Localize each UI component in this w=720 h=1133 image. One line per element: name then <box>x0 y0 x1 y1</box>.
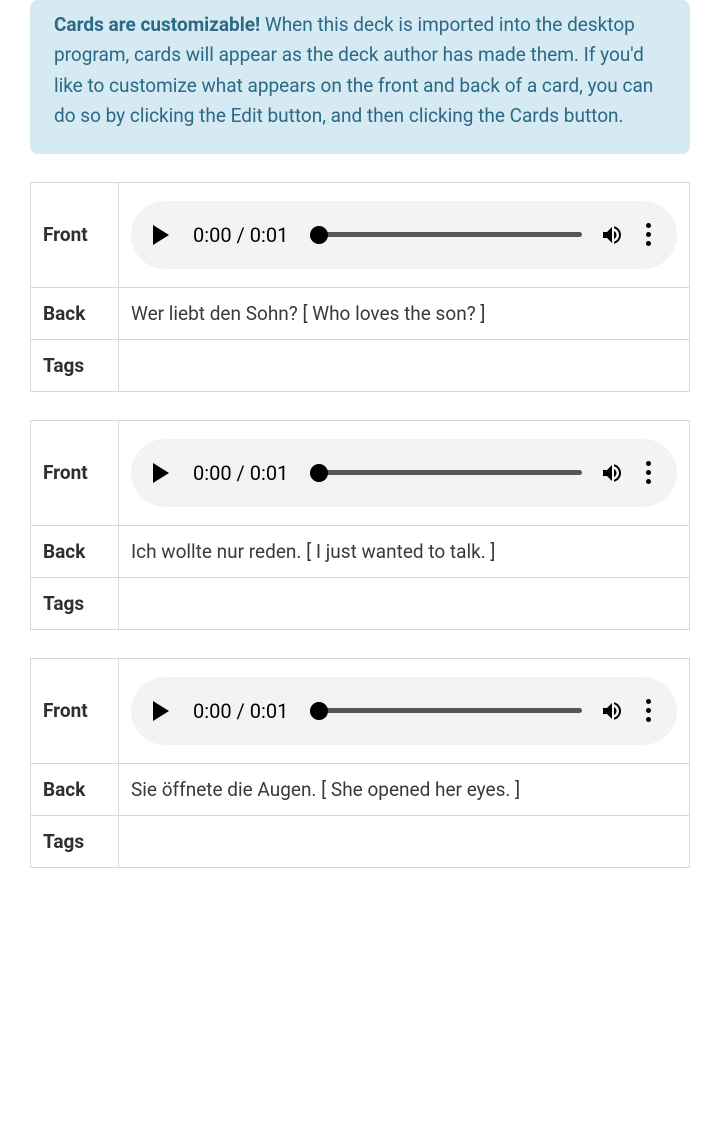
play-icon[interactable] <box>153 701 169 721</box>
play-icon[interactable] <box>153 463 169 483</box>
audio-progress[interactable] <box>312 225 582 245</box>
volume-icon[interactable] <box>600 699 624 723</box>
play-icon[interactable] <box>153 225 169 245</box>
front-label: Front <box>31 182 119 287</box>
info-bold: Cards are customizable! <box>54 13 260 36</box>
kebab-icon[interactable] <box>642 457 655 488</box>
card-3: Front 0:00 / 0:01 <box>30 658 690 868</box>
back-label: Back <box>31 287 119 339</box>
back-label: Back <box>31 525 119 577</box>
front-label: Front <box>31 420 119 525</box>
tags-label: Tags <box>31 815 119 867</box>
audio-progress[interactable] <box>312 701 582 721</box>
card-2: Front 0:00 / 0:01 <box>30 420 690 630</box>
audio-time: 0:00 / 0:01 <box>193 223 288 247</box>
audio-player: 0:00 / 0:01 <box>131 677 677 745</box>
card-1: Front 0:00 / 0:01 <box>30 182 690 392</box>
audio-time: 0:00 / 0:01 <box>193 699 288 723</box>
audio-progress[interactable] <box>312 463 582 483</box>
tags-label: Tags <box>31 339 119 391</box>
back-value: Sie öffnete die Augen. [ She opened her … <box>119 763 690 815</box>
tags-value <box>119 339 690 391</box>
tags-value <box>119 577 690 629</box>
front-value: 0:00 / 0:01 <box>119 420 690 525</box>
tags-value <box>119 815 690 867</box>
back-value: Wer liebt den Sohn? [ Who loves the son?… <box>119 287 690 339</box>
volume-icon[interactable] <box>600 461 624 485</box>
front-value: 0:00 / 0:01 <box>119 182 690 287</box>
front-value: 0:00 / 0:01 <box>119 658 690 763</box>
back-value: Ich wollte nur reden. [ I just wanted to… <box>119 525 690 577</box>
tags-label: Tags <box>31 577 119 629</box>
back-label: Back <box>31 763 119 815</box>
audio-time: 0:00 / 0:01 <box>193 461 288 485</box>
audio-player: 0:00 / 0:01 <box>131 439 677 507</box>
volume-icon[interactable] <box>600 223 624 247</box>
audio-player: 0:00 / 0:01 <box>131 201 677 269</box>
kebab-icon[interactable] <box>642 219 655 250</box>
front-label: Front <box>31 658 119 763</box>
info-box: Cards are customizable! When this deck i… <box>30 0 690 154</box>
kebab-icon[interactable] <box>642 695 655 726</box>
